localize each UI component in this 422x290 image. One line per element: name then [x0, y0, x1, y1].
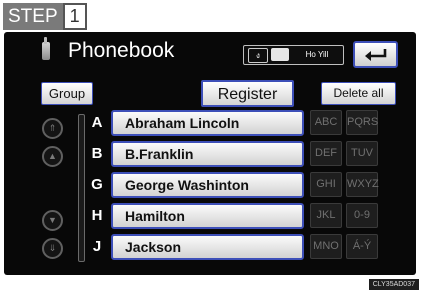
contact-row[interactable]: A Abraham Lincoln [86, 110, 304, 136]
image-code: CLY35AD037 [368, 279, 419, 290]
index-letter: A [91, 114, 103, 131]
key-abc[interactable]: ABC [310, 110, 342, 135]
contact-name-button[interactable]: Abraham Lincoln [111, 110, 304, 136]
contact-name-button[interactable]: B.Franklin [111, 141, 304, 167]
page-down-icon[interactable]: ⇓ [42, 238, 63, 259]
contact-name-button[interactable]: Jackson [111, 234, 304, 260]
contact-name-button[interactable]: George Washinton [111, 172, 304, 198]
contact-name-button[interactable]: Hamilton [111, 203, 304, 229]
key-tuv[interactable]: TUV [346, 141, 378, 166]
bluetooth-icon: ง [248, 48, 268, 63]
group-button[interactable]: Group [41, 82, 93, 105]
phone-icon [42, 37, 50, 60]
return-arrow-icon [364, 48, 386, 61]
key-wxyz[interactable]: WXYZ [346, 172, 379, 197]
phonebook-screen: Phonebook ง Ho Yill Group Register Delet… [4, 32, 416, 275]
page-up-icon[interactable]: ⇑ [42, 118, 63, 139]
step-label: STEP [3, 3, 63, 30]
key-jkl[interactable]: JKL [310, 203, 342, 228]
key-ghi[interactable]: GHI [310, 172, 342, 197]
scroll-down-icon[interactable]: ▼ [42, 210, 63, 231]
back-button[interactable] [353, 41, 398, 68]
key-pqrs[interactable]: PQRS [346, 110, 378, 135]
index-letter: G [91, 176, 103, 193]
contact-row[interactable]: H Hamilton [86, 203, 304, 229]
index-letter: B [91, 145, 103, 162]
key-0-9[interactable]: 0-9 [346, 203, 378, 228]
key-def[interactable]: DEF [310, 141, 342, 166]
signal-strength-icon: Ho Yill [305, 50, 329, 59]
key-accented[interactable]: Á-Ý [346, 234, 378, 259]
contact-row[interactable]: J Jackson [86, 234, 304, 260]
scrollbar[interactable] [78, 114, 85, 262]
screen-title: Phonebook [68, 39, 175, 62]
scroll-up-icon[interactable]: ▲ [42, 146, 63, 167]
register-button[interactable]: Register [201, 80, 294, 107]
battery-icon [271, 48, 289, 61]
key-mno[interactable]: MNO [310, 234, 342, 259]
status-bar: ง Ho Yill [243, 45, 344, 65]
contact-row[interactable]: B B.Franklin [86, 141, 304, 167]
contact-row[interactable]: G George Washinton [86, 172, 304, 198]
index-letter: H [91, 207, 103, 224]
step-header: STEP 1 [3, 3, 87, 30]
step-number: 1 [62, 3, 87, 30]
index-letter: J [92, 238, 102, 255]
delete-all-button[interactable]: Delete all [321, 82, 396, 105]
